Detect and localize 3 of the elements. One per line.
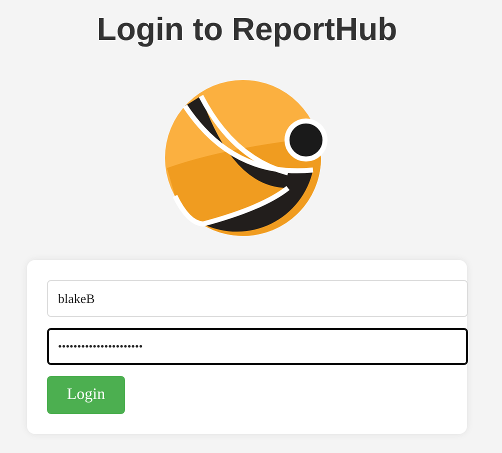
password-field[interactable]: •••••••••••••••••••••• [47,328,468,365]
page-title: Login to ReportHub [96,10,398,48]
username-field[interactable]: blakeB [47,280,468,317]
